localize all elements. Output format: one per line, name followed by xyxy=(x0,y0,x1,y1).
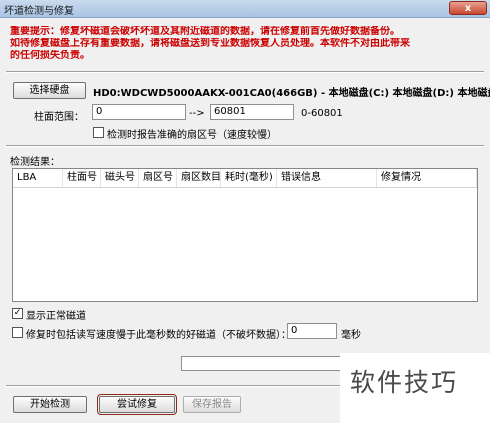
cylinder-range-label: 柱面范围： xyxy=(34,112,84,123)
ms-unit-label: 毫秒 xyxy=(341,330,361,341)
cylinder-to-input[interactable]: 60801 xyxy=(210,104,294,120)
show-normal-label: 显示正常磁道 xyxy=(26,311,86,322)
range-arrow: --> xyxy=(189,108,205,119)
warning-line-3: 的任何损失负责。 xyxy=(10,50,90,61)
window-title: 坏道检测与修复 xyxy=(4,6,74,17)
save-report-button[interactable]: 保存报告 xyxy=(183,396,241,413)
column-header[interactable]: 扇区数目 xyxy=(177,169,221,187)
cylinder-range-hint: 0-60801 xyxy=(301,108,343,119)
bad-sector-repair-window: 坏道检测与修复 x 重要提示：修复坏磁道会破坏坏道及其附近磁道的数据，请在修复前… xyxy=(0,0,490,423)
try-repair-button[interactable]: 尝试修复 xyxy=(97,394,177,415)
show-normal-checkbox[interactable]: ✓ xyxy=(12,308,23,319)
cylinder-from-input[interactable]: 0 xyxy=(92,104,186,120)
warning-line-2: 如待修复磁盘上存有重要数据，请将磁盘送到专业数据恢复人员处理。本软件不对由此带来 xyxy=(10,38,410,49)
start-detection-button[interactable]: 开始检测 xyxy=(13,396,87,413)
results-table[interactable]: LBA 柱面号 磁头号 扇区号 扇区数目 耗时(毫秒) 错误信息 修复情况 xyxy=(12,168,478,302)
ms-input[interactable]: 0 xyxy=(287,323,337,339)
report-sector-label: 检测时报告准确的扇区号（速度较慢） xyxy=(107,130,277,141)
title-bar: 坏道检测与修复 x xyxy=(0,0,490,18)
column-header[interactable]: 修复情况 xyxy=(377,169,477,187)
column-header[interactable]: 柱面号 xyxy=(63,169,101,187)
progress-bar xyxy=(181,356,342,371)
results-label: 检测结果： xyxy=(10,157,60,168)
column-header[interactable]: 扇区号 xyxy=(139,169,177,187)
column-header[interactable]: 错误信息 xyxy=(277,169,377,187)
select-disk-button[interactable]: 选择硬盘 xyxy=(13,82,86,99)
warning-text: 重要提示：修复坏磁道会破坏坏道及其附近磁道的数据，请在修复前首先做好数据备份。 … xyxy=(10,26,484,62)
watermark: 软件技巧 xyxy=(340,353,490,423)
report-sector-checkbox[interactable] xyxy=(93,127,104,138)
disk-info: HD0:WDCWD5000AAKX-001CA0(466GB) - 本地磁盘(C… xyxy=(93,88,490,99)
divider xyxy=(6,71,484,73)
divider xyxy=(6,145,484,147)
column-header[interactable]: LBA xyxy=(13,169,63,187)
repair-slow-label: 修复时包括读写速度慢于此毫秒数的好磁道（不破坏数据）： xyxy=(26,330,291,341)
warning-line-1: 重要提示：修复坏磁道会破坏坏道及其附近磁道的数据，请在修复前首先做好数据备份。 xyxy=(10,26,400,37)
results-table-header: LBA 柱面号 磁头号 扇区号 扇区数目 耗时(毫秒) 错误信息 修复情况 xyxy=(13,169,477,188)
close-button[interactable]: x xyxy=(449,1,487,15)
repair-slow-checkbox[interactable] xyxy=(12,327,23,338)
close-icon: x xyxy=(464,3,472,14)
column-header[interactable]: 耗时(毫秒) xyxy=(221,169,277,187)
check-icon: ✓ xyxy=(13,308,22,318)
column-header[interactable]: 磁头号 xyxy=(101,169,139,187)
